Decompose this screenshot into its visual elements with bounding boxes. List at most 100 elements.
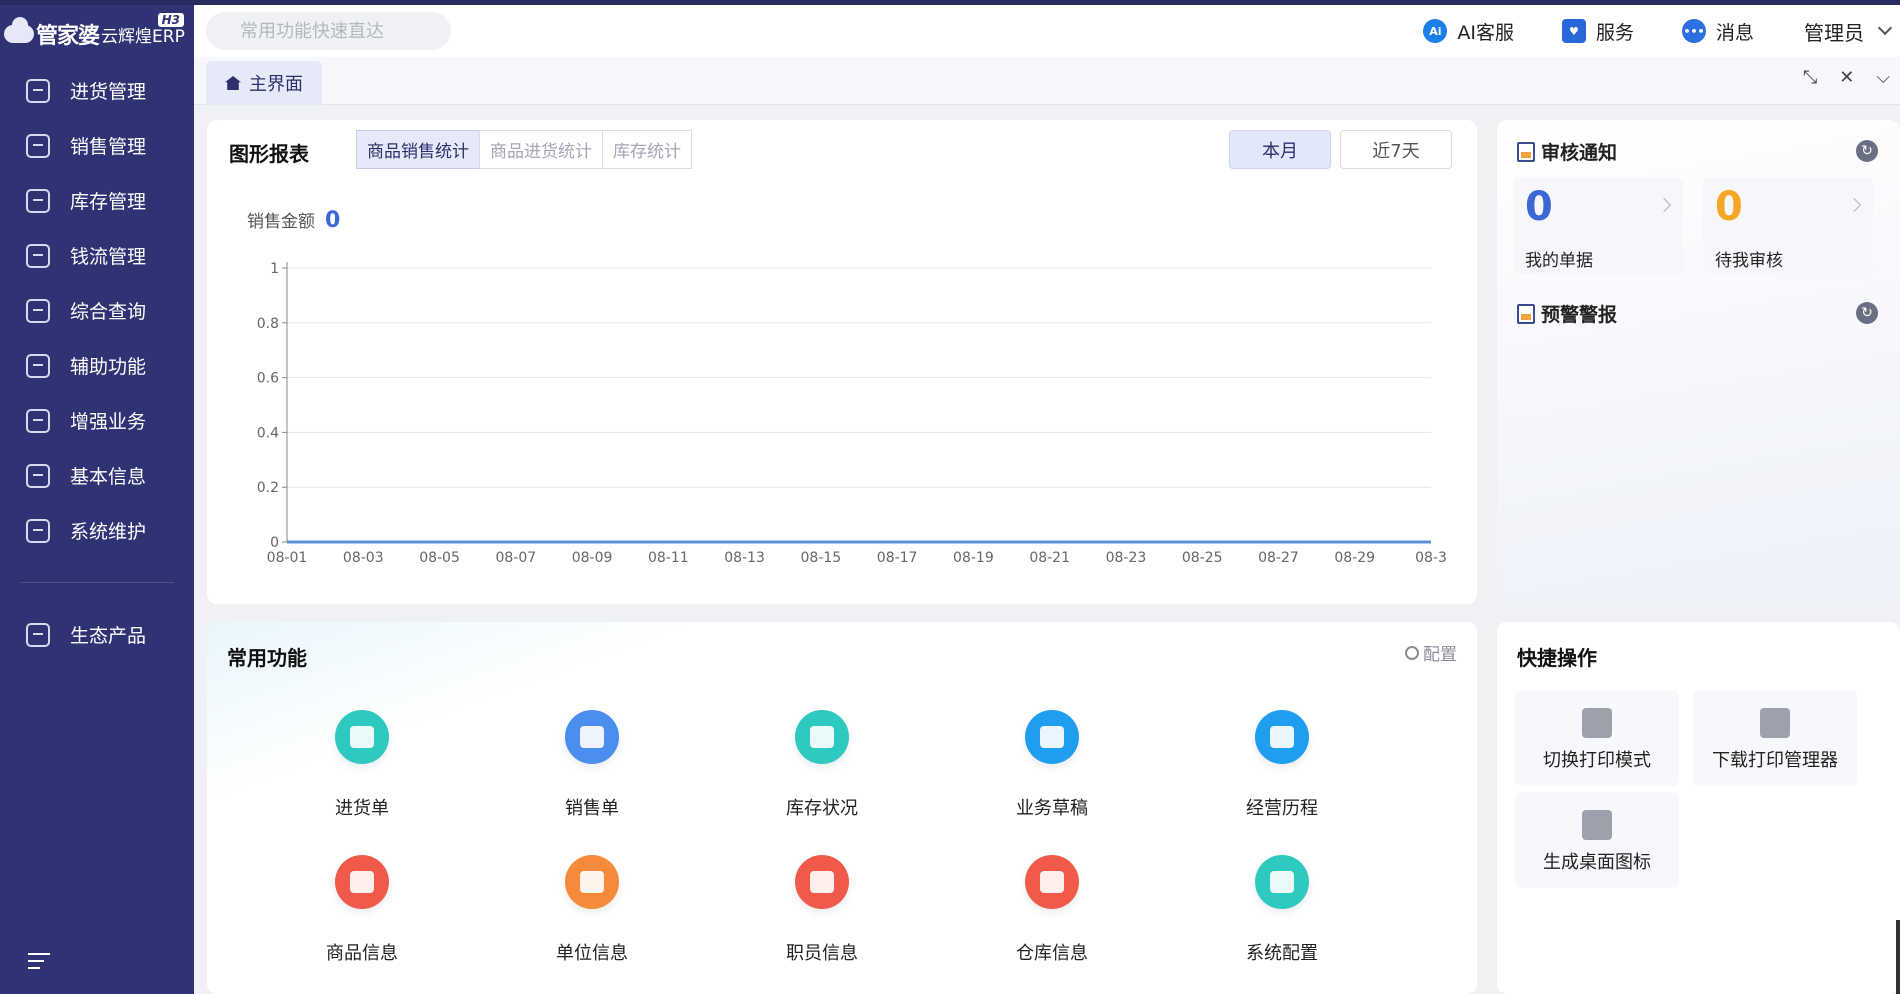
tabs-dropdown-icon[interactable]: ⌵ [1876,67,1890,88]
x-tick-label: 08-29 [1334,550,1375,566]
collapse-menu-icon[interactable] [28,953,50,974]
segment-stock-stats[interactable]: 库存统计 [602,130,692,169]
sidebar-item-0[interactable]: 进货管理 [0,63,194,118]
x-tick-label: 08-15 [801,550,842,566]
function-item[interactable]: 职员信息 [747,855,897,965]
function-item[interactable]: 经营历程 [1207,710,1357,820]
service-button[interactable]: ♥ 服务 [1561,18,1634,45]
function-item[interactable]: 商品信息 [287,855,437,965]
x-tick-label: 08-03 [343,550,384,566]
tab-home[interactable]: 主界面 [206,61,322,105]
refresh-audit-icon[interactable]: ↻ [1856,140,1878,162]
sales-chart-icon [26,133,50,158]
warehouse-icon [1025,855,1079,909]
y-tick-label: 0.2 [257,480,279,496]
range-last-7-days-button[interactable]: 近7天 [1340,130,1452,169]
notice-icon [1517,141,1535,162]
printer-icon [1582,708,1612,738]
scrollbar-thumb[interactable] [1896,920,1900,994]
function-item[interactable]: 进货单 [287,710,437,820]
x-tick-label: 08-23 [1106,550,1147,566]
config-label: 配置 [1423,645,1457,665]
function-label: 销售单 [565,798,619,819]
config-button[interactable]: 配置 [1405,640,1457,665]
sidebar-item-label: 系统维护 [70,521,147,543]
sidebar-nav: 进货管理销售管理 库存管理 钱流管理综合查询辅助功能 增强业务 基本信息系统维护 [0,63,194,558]
logo-badge: H3 [157,13,184,27]
topbar: Ai AI客服 ♥ 服务 ••• 消息 管理员 [194,5,1900,57]
quick-actions-title: 快捷操作 [1517,646,1597,670]
message-bubble-icon: ••• [1681,19,1706,43]
quick-action-label: 下载打印管理器 [1712,750,1838,771]
switch-print-mode-button[interactable]: 切换打印模式 [1515,690,1679,786]
app-logo[interactable]: 管家婆 云辉煌ERP H3 [0,5,194,63]
user-menu[interactable]: 管理员 [1804,17,1864,46]
function-label: 商品信息 [326,943,398,964]
x-tick-label: 08-19 [953,550,994,566]
sidebar-item-7[interactable]: 基本信息 [0,448,194,503]
sidebar-item-3[interactable]: 钱流管理 [0,228,194,283]
clipboard-icon [26,408,50,433]
create-desktop-icon-button[interactable]: 生成桌面图标 [1515,792,1679,888]
function-item[interactable]: 系统配置 [1207,855,1357,965]
ai-service-button[interactable]: Ai AI客服 [1423,18,1514,45]
function-label: 职员信息 [786,943,858,964]
sidebar-item-5[interactable]: 辅助功能 [0,338,194,393]
ai-service-label: AI客服 [1457,21,1514,44]
sidebar: 管家婆 云辉煌ERP H3 进货管理销售管理 库存管理 钱流管理综合查询辅助功能 增强… [0,5,194,994]
x-tick-label: 08-25 [1182,550,1223,566]
shortcut-icon [1582,810,1612,840]
sales-order-icon [565,710,619,764]
heart-icon: ♥ [1561,19,1586,43]
function-item[interactable]: 业务草稿 [977,710,1127,820]
cloud-logo-icon [4,17,34,43]
sidebar-item-ecosystem[interactable]: 生态产品 [0,607,194,662]
sidebar-item-2[interactable]: 库存管理 [0,173,194,228]
fullscreen-icon[interactable]: ⤡ [1803,67,1817,88]
sidebar-item-label: 综合查询 [70,301,147,323]
pending-review-stat[interactable]: 0 待我审核 [1703,178,1873,274]
chart-card-title: 图形报表 [229,142,309,166]
download-print-manager-button[interactable]: 下载打印管理器 [1693,690,1857,786]
chevron-right-icon [1656,197,1672,213]
refresh-warning-icon[interactable]: ↻ [1856,302,1878,324]
stat-type-segment: 商品销售统计 商品进货统计 库存统计 [356,130,692,169]
segment-purchase-stats[interactable]: 商品进货统计 [479,130,603,169]
x-tick-label: 08-01 [267,550,308,566]
system-users-icon [26,518,50,543]
x-tick-label: 08-13 [724,550,765,566]
sidebar-item-1[interactable]: 销售管理 [0,118,194,173]
tabs-bar: 主界面 ⤡ ✕ ⌵ [194,57,1900,105]
function-item[interactable]: 库存状况 [747,710,897,820]
sidebar-item-4[interactable]: 综合查询 [0,283,194,338]
function-label: 业务草稿 [1016,798,1088,819]
sidebar-item-8[interactable]: 系统维护 [0,503,194,558]
function-item[interactable]: 单位信息 [517,855,667,965]
sales-amount-metric: 销售金额 0 [247,207,340,233]
history-chart-icon [1255,710,1309,764]
range-this-month-button[interactable]: 本月 [1229,130,1331,169]
audit-notice-card: 审核通知 ↻ 0 我的单据 0 待我审核 预警警报 ↻ [1497,120,1900,604]
sidebar-item-label: 进货管理 [70,81,147,103]
staff-icon [795,855,849,909]
close-all-tabs-icon[interactable]: ✕ [1839,67,1854,88]
search-input[interactable] [206,12,451,50]
quick-action-label: 切换打印模式 [1543,750,1651,771]
product-bag-icon [335,855,389,909]
cart-icon [26,78,50,103]
sidebar-divider [20,582,174,583]
chevron-down-icon[interactable] [1877,20,1893,36]
function-label: 经营历程 [1246,798,1318,819]
purchase-order-icon [335,710,389,764]
function-item[interactable]: 仓库信息 [977,855,1127,965]
audit-title-text: 审核通知 [1541,142,1618,164]
y-tick-label: 0.8 [257,316,279,332]
sidebar-item-6[interactable]: 增强业务 [0,393,194,448]
function-item[interactable]: 销售单 [517,710,667,820]
service-label: 服务 [1595,21,1634,44]
messages-button[interactable]: ••• 消息 [1681,18,1754,45]
quick-actions-card: 快捷操作 切换打印模式 下载打印管理器 生成桌面图标 [1497,622,1900,994]
my-documents-stat[interactable]: 0 我的单据 [1513,178,1683,274]
y-tick-label: 0 [270,535,279,551]
segment-sales-stats[interactable]: 商品销售统计 [356,130,480,169]
